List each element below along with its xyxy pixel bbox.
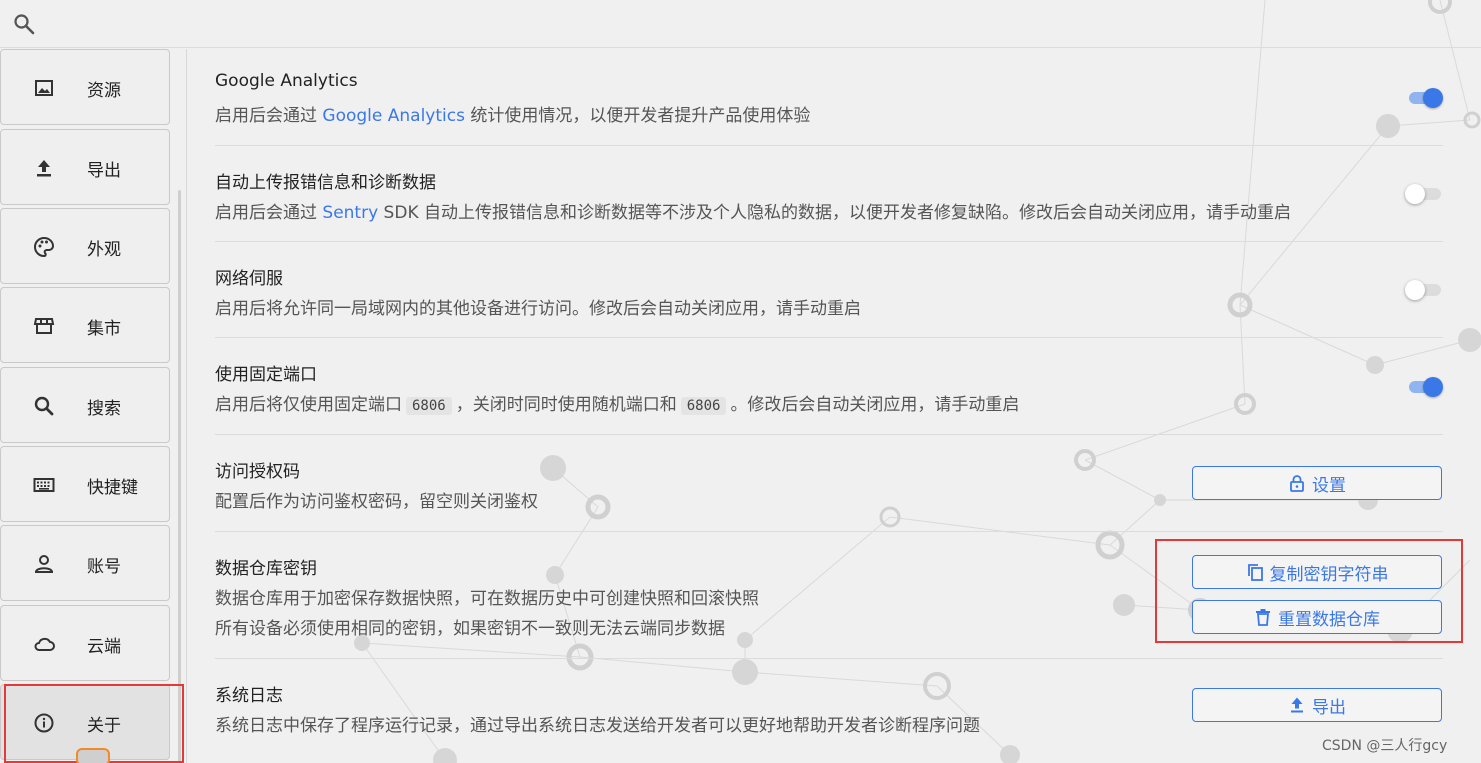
setting-title: Google Analytics [215, 71, 358, 91]
setting-access-auth-code: 访问授权码 配置后作为访问鉴权密码，留空则关闭鉴权 设置 [215, 435, 1443, 532]
sidebar-item-label: 云端 [87, 637, 121, 657]
sidebar-item-label: 资源 [87, 81, 121, 101]
sidebar-item-label: 外观 [87, 240, 121, 260]
upload-icon [33, 157, 55, 179]
auto-upload-errors-toggle[interactable] [1405, 183, 1443, 204]
setting-description: 配置后作为访问鉴权密码，留空则关闭鉴权 [215, 492, 538, 512]
button-label: 重置数据仓库 [1278, 609, 1380, 630]
button-label: 设置 [1312, 475, 1346, 496]
desc-text: 启用后会通过 [215, 106, 323, 126]
port-code: 6806 [406, 397, 452, 415]
toggle-knob [1423, 88, 1443, 108]
sidebar-item-label: 账号 [87, 557, 121, 577]
upload-icon [1288, 696, 1306, 714]
setting-google-analytics: Google Analytics 启用后会通过 Google Analytics… [215, 49, 1443, 146]
setting-title: 系统日志 [215, 686, 283, 706]
sidebar-item-appearance[interactable]: 外观 [0, 208, 170, 284]
sidebar-item-label: 关于 [87, 716, 121, 736]
trash-icon [1254, 608, 1272, 626]
toggle-knob [1423, 377, 1443, 397]
setting-repo-key: 数据仓库密钥 数据仓库用于加密保存数据快照，可在数据历史中可创建快照和回滚快照 … [215, 532, 1443, 659]
port-code: 6806 [680, 397, 727, 415]
desc-text: 统计使用情况，以便开发者提升产品使用体验 [464, 106, 811, 126]
google-analytics-toggle[interactable] [1405, 87, 1443, 108]
button-label: 导出 [1312, 697, 1346, 718]
sidebar-item-search[interactable]: 搜索 [0, 367, 170, 443]
info-icon [33, 712, 55, 734]
sentry-link[interactable]: Sentry [322, 203, 378, 223]
about-settings-panel: Google Analytics 启用后会通过 Google Analytics… [187, 49, 1481, 763]
sidebar-scrollbar[interactable] [178, 190, 181, 763]
sidebar-item-label: 快捷键 [87, 478, 138, 498]
setting-fixed-port: 使用固定端口 启用后将仅使用固定端口 6806 ，关闭时同时使用随机端口和 6806。… [215, 338, 1443, 435]
desc-text: SDK 自动上传报错信息和诊断数据等不涉及个人隐私的数据，以便开发者修复缺陷。修… [378, 203, 1291, 223]
desc-text: 启用后会通过 [215, 203, 323, 223]
palette-icon [33, 236, 55, 258]
setting-auto-upload-errors: 自动上传报错信息和诊断数据 启用后会通过 Sentry SDK 自动上传报错信息… [215, 146, 1443, 242]
sidebar-item-label: 集市 [87, 319, 121, 339]
sidebar-item-account[interactable]: 账号 [0, 525, 170, 601]
desc-text: ，关闭时同时使用随机端口和 [455, 395, 677, 415]
resize-handle[interactable] [76, 748, 110, 763]
setting-description: 系统日志中保存了程序运行记录，通过导出系统日志发送给开发者可以更好地帮助开发者诊… [215, 716, 980, 736]
setting-title: 网络伺服 [215, 269, 283, 289]
top-search-bar [0, 0, 1481, 48]
setting-description: 启用后将允许同一局域网内的其他设备进行访问。修改后会自动关闭应用，请手动重启 [215, 299, 861, 319]
setting-description: 数据仓库用于加密保存数据快照，可在数据历史中可创建快照和回滚快照 [215, 589, 759, 609]
desc-text: 。修改后会自动关闭应用，请手动重启 [730, 395, 1020, 415]
setting-title: 数据仓库密钥 [215, 559, 317, 579]
cloud-icon [33, 633, 55, 655]
network-serve-toggle[interactable] [1405, 279, 1443, 300]
setting-system-log: 系统日志 系统日志中保存了程序运行记录，通过导出系统日志发送给开发者可以更好地帮… [215, 659, 1443, 763]
sidebar-item-bazaar[interactable]: 集市 [0, 287, 170, 363]
setting-network-serve: 网络伺服 启用后将允许同一局域网内的其他设备进行访问。修改后会自动关闭应用，请手… [215, 242, 1443, 338]
button-label: 复制密钥字符串 [1269, 564, 1389, 585]
image-icon [33, 77, 55, 99]
copy-icon [1246, 563, 1264, 581]
toggle-knob [1405, 184, 1425, 204]
setting-title: 使用固定端口 [215, 365, 317, 385]
setting-description: 所有设备必须使用相同的密钥，如果密钥不一致则无法云端同步数据 [215, 619, 725, 639]
setting-title: 访问授权码 [215, 462, 300, 482]
person-icon [33, 553, 55, 575]
setting-description: 启用后会通过 Sentry SDK 自动上传报错信息和诊断数据等不涉及个人隐私的… [215, 198, 1291, 223]
sidebar-item-label: 搜索 [87, 399, 121, 419]
sidebar-item-cloud[interactable]: 云端 [0, 605, 170, 681]
copy-key-string-button[interactable]: 复制密钥字符串 [1192, 555, 1442, 589]
reset-repo-button[interactable]: 重置数据仓库 [1192, 600, 1442, 634]
lock-icon [1288, 474, 1306, 492]
set-auth-code-button[interactable]: 设置 [1192, 466, 1442, 500]
keyboard-icon [33, 474, 55, 496]
search-icon[interactable] [12, 12, 36, 36]
setting-description: 启用后将仅使用固定端口 6806 ，关闭时同时使用随机端口和 6806 。修改后会自动关… [215, 390, 1019, 415]
sidebar-item-keymap[interactable]: 快捷键 [0, 446, 170, 522]
watermark: CSDN @三人行gcy [1322, 738, 1448, 754]
settings-sidebar: 资源 导出 外观 集市 搜索 快捷键 账号 云端 关于 [0, 49, 172, 763]
export-log-button[interactable]: 导出 [1192, 688, 1442, 722]
setting-description: 启用后会通过 Google Analytics 统计使用情况，以便开发者提升产品… [215, 101, 810, 126]
search-icon [33, 395, 55, 417]
toggle-knob [1405, 280, 1425, 300]
fixed-port-toggle[interactable] [1405, 376, 1443, 397]
google-analytics-link[interactable]: Google Analytics [322, 106, 465, 126]
desc-text: 启用后将仅使用固定端口 [215, 395, 402, 415]
store-icon [33, 315, 55, 337]
sidebar-item-assets[interactable]: 资源 [0, 49, 170, 125]
sidebar-item-export[interactable]: 导出 [0, 129, 170, 205]
sidebar-item-label: 导出 [87, 161, 121, 181]
setting-title: 自动上传报错信息和诊断数据 [215, 173, 436, 193]
